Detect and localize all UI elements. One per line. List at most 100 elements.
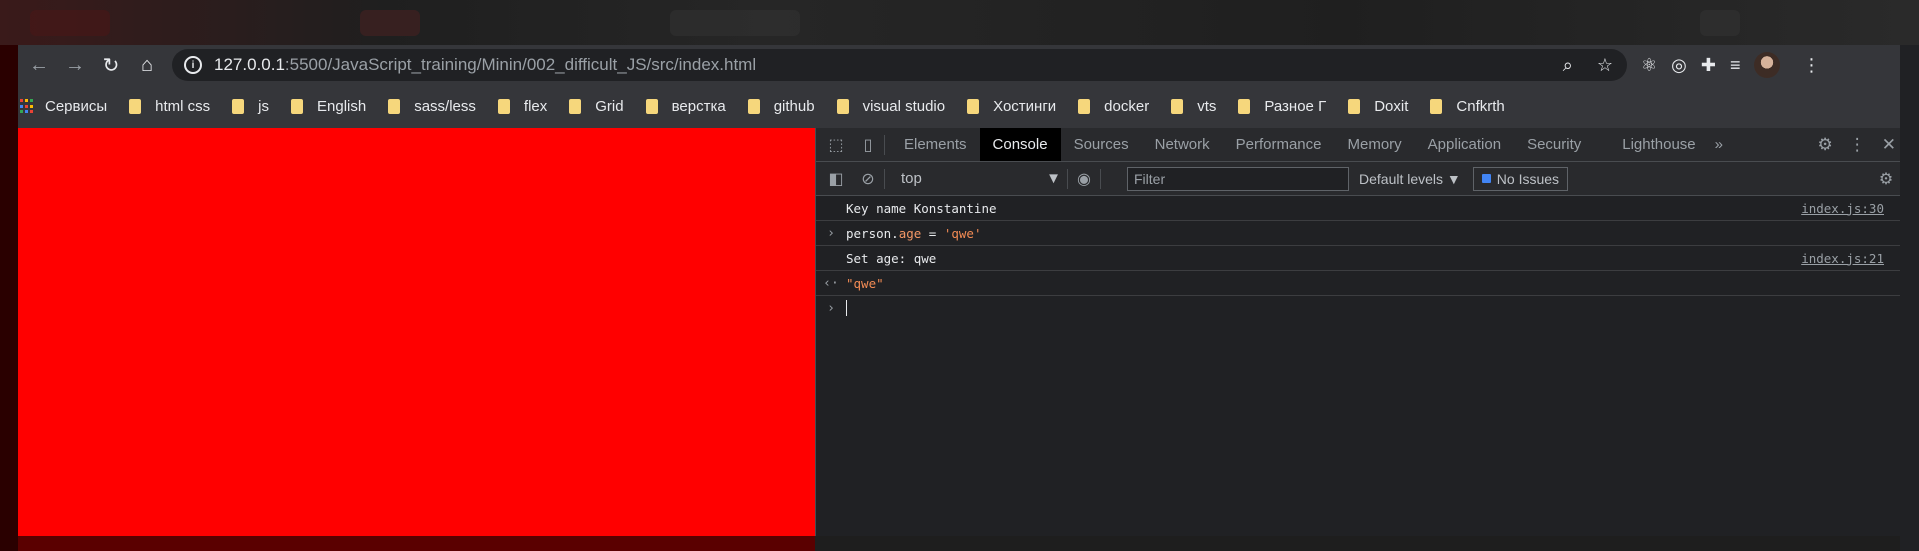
tab-blurred[interactable]	[360, 10, 420, 36]
target-extension-icon[interactable]: ◎	[1671, 55, 1687, 76]
dropdown-arrow-icon: ▼	[1046, 170, 1061, 187]
tab-memory[interactable]: Memory	[1335, 128, 1415, 161]
tab-lighthouse[interactable]: Lighthouse	[1609, 128, 1708, 161]
live-expression-eye-icon[interactable]: ◉	[1074, 169, 1094, 189]
forward-icon[interactable]: →	[60, 50, 90, 80]
folder-icon	[645, 99, 658, 114]
divider	[884, 134, 885, 155]
bookmark-folder[interactable]: flex	[497, 98, 547, 115]
folder-icon	[1171, 99, 1184, 114]
bookmark-folder[interactable]: English	[291, 98, 366, 115]
tab-sources[interactable]: Sources	[1061, 128, 1142, 161]
address-bar[interactable]: i 127.0.0.1:5500/JavaScript_training/Min…	[172, 49, 1627, 81]
tab-console[interactable]: Console	[979, 128, 1061, 161]
media-playlist-icon[interactable]: ≡	[1730, 55, 1741, 76]
filter-input[interactable]: Filter	[1127, 166, 1349, 191]
context-selector[interactable]: top ▼	[901, 170, 1061, 187]
folder-icon	[1430, 99, 1443, 114]
bookmark-folder[interactable]: html css	[129, 98, 210, 115]
result-arrow-icon: ‹·	[823, 275, 839, 291]
bookmark-label: Grid	[595, 98, 624, 115]
console-message: Set age: qwe index.js:21	[816, 246, 1900, 271]
settings-gear-icon[interactable]: ⚙	[1818, 135, 1833, 155]
bookmark-folder[interactable]: docker	[1078, 98, 1149, 115]
page-viewport[interactable]	[18, 128, 815, 536]
sidebar-toggle-icon[interactable]: ◧	[826, 169, 846, 189]
bookmark-folder[interactable]: sass/less	[388, 98, 476, 115]
zoom-icon[interactable]: ⌕	[1563, 55, 1573, 76]
tab-blurred[interactable]	[1700, 10, 1740, 36]
folder-icon	[569, 99, 582, 114]
apps-grid-dot	[25, 104, 28, 108]
inspect-element-icon[interactable]: ⬚	[826, 135, 846, 155]
url-host: 127.0.0.1	[214, 55, 285, 74]
filter-placeholder: Filter	[1134, 170, 1166, 187]
message-text: Set age: qwe	[846, 250, 937, 266]
clear-console-icon[interactable]: ⊘	[858, 169, 878, 189]
bookmark-folder[interactable]: Cnfkrth	[1430, 98, 1505, 115]
result-value: "qwe"	[846, 275, 884, 291]
input-object: person	[846, 225, 892, 241]
divider	[1100, 168, 1101, 189]
react-devtools-icon[interactable]: ⚛	[1641, 55, 1657, 76]
tab-security[interactable]: Security	[1514, 128, 1609, 161]
browser-menu-icon[interactable]: ⋮	[1802, 55, 1820, 76]
bookmark-label: Хостинги	[993, 98, 1057, 115]
issues-button[interactable]: No Issues	[1472, 166, 1569, 191]
issues-label: No Issues	[1496, 170, 1560, 187]
bookmark-folder[interactable]: Разное Г	[1238, 98, 1326, 115]
tab-performance[interactable]: Performance	[1223, 128, 1335, 161]
devtools-panel: ⬚ ▯ Elements Console Sources Network Per…	[816, 128, 1900, 536]
device-toolbar-icon[interactable]: ▯	[858, 135, 878, 155]
back-icon[interactable]: ←	[24, 50, 54, 80]
apps-grid-dot	[25, 110, 28, 114]
close-icon[interactable]: ✕	[1882, 135, 1896, 155]
folder-icon	[1238, 99, 1251, 114]
bookmark-label: sass/less	[414, 98, 476, 115]
apps-grid-dot	[30, 99, 33, 102]
prompt-chevron-icon: ›	[827, 300, 835, 316]
folder-icon	[232, 99, 245, 114]
bookmark-folder[interactable]: Grid	[569, 98, 624, 115]
console-settings-icon[interactable]: ⚙	[1876, 169, 1896, 189]
folder-icon	[967, 99, 980, 114]
tab-blurred[interactable]	[670, 10, 800, 36]
bookmark-folder[interactable]: Doxit	[1348, 98, 1408, 115]
bookmark-label: js	[258, 98, 270, 115]
log-levels-dropdown[interactable]: Default levels ▼	[1359, 171, 1461, 187]
profile-avatar[interactable]	[1754, 52, 1781, 78]
bookmark-label: English	[317, 98, 367, 115]
desktop-edge-right	[1900, 0, 1919, 551]
bookmark-star-icon[interactable]: ☆	[1597, 55, 1613, 76]
tab-elements[interactable]: Elements	[891, 128, 980, 161]
folder-icon	[836, 99, 849, 114]
bookmark-folder[interactable]: github	[747, 98, 815, 115]
bookmark-folder[interactable]: Хостинги	[967, 98, 1056, 115]
bookmark-folder[interactable]: vts	[1171, 98, 1216, 115]
extensions-puzzle-icon[interactable]: ✚	[1701, 55, 1716, 76]
folder-icon	[129, 99, 142, 114]
bookmark-folder[interactable]: visual studio	[836, 98, 945, 115]
home-icon[interactable]: ⌂	[132, 50, 162, 80]
input-chevron-icon: ›	[827, 225, 835, 241]
more-tabs-icon[interactable]: »	[1709, 128, 1729, 161]
source-link[interactable]: index.js:30	[1801, 201, 1884, 216]
folder-icon	[388, 99, 401, 114]
input-value: 'qwe'	[943, 225, 982, 241]
input-operator: =	[921, 225, 944, 241]
apps-grid-dot	[20, 99, 23, 102]
tab-application[interactable]: Application	[1415, 128, 1514, 161]
reload-icon[interactable]: ↻	[96, 50, 126, 80]
bookmark-folder[interactable]: верстка	[645, 98, 726, 115]
url-text[interactable]: 127.0.0.1:5500/JavaScript_training/Minin…	[214, 55, 756, 75]
devtools-menu-icon[interactable]: ⋮	[1849, 135, 1866, 155]
text-caret	[846, 300, 847, 316]
tab-network[interactable]: Network	[1142, 128, 1223, 161]
apps-grid-dot	[20, 104, 23, 108]
tab-blurred[interactable]	[30, 10, 110, 36]
bookmark-apps[interactable]: Сервисы	[18, 98, 107, 115]
console-prompt[interactable]: ›	[816, 296, 1900, 320]
site-info-icon[interactable]: i	[184, 56, 202, 74]
bookmark-folder[interactable]: js	[232, 98, 269, 115]
source-link[interactable]: index.js:21	[1801, 251, 1884, 266]
